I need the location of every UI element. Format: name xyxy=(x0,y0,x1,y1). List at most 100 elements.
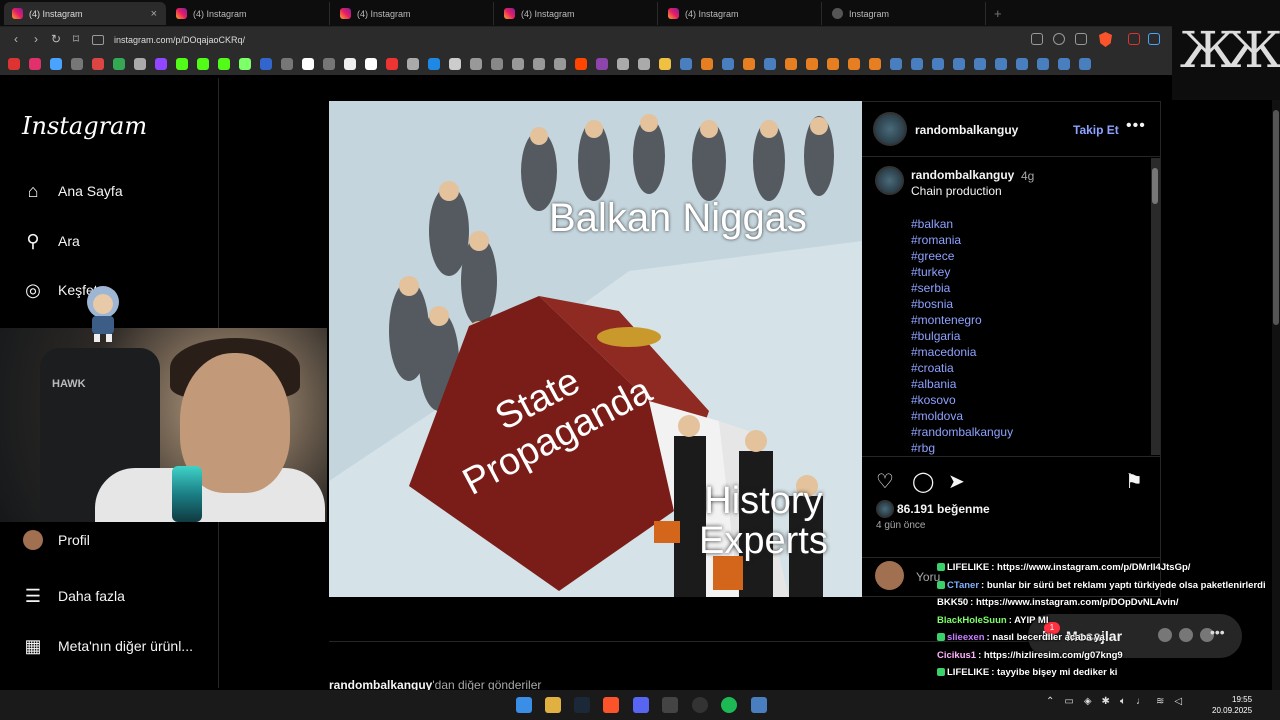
bookmark-favicon-icon[interactable] xyxy=(155,58,167,70)
bookmark-favicon-icon[interactable] xyxy=(470,58,482,70)
tab-4[interactable]: (4) Instagram xyxy=(496,2,658,25)
bookmark-favicon-icon[interactable] xyxy=(995,58,1007,70)
like-icon[interactable]: ♡ xyxy=(876,469,894,494)
bookmark-favicon-icon[interactable] xyxy=(512,58,524,70)
share-icon[interactable] xyxy=(1075,33,1087,45)
brave-shield-icon[interactable] xyxy=(1099,32,1112,47)
bookmark-favicon-icon[interactable] xyxy=(113,58,125,70)
bookmark-favicon-icon[interactable] xyxy=(680,58,692,70)
extension-icon[interactable] xyxy=(1128,33,1140,45)
bookmark-favicon-icon[interactable] xyxy=(617,58,629,70)
bookmark-favicon-icon[interactable] xyxy=(239,58,251,70)
nav-profile[interactable]: Profil xyxy=(22,529,90,551)
bookmark-favicon-icon[interactable] xyxy=(281,58,293,70)
author-avatar[interactable] xyxy=(873,112,907,146)
chevron-up-icon[interactable]: ⌃ xyxy=(1046,696,1054,707)
bookmark-favicon-icon[interactable] xyxy=(701,58,713,70)
close-tab-icon[interactable]: × xyxy=(151,8,157,20)
bookmark-favicon-icon[interactable] xyxy=(554,58,566,70)
bookmark-favicon-icon[interactable] xyxy=(1037,58,1049,70)
hashtag-link[interactable]: #romania xyxy=(911,232,1013,248)
tab-2[interactable]: (4) Instagram xyxy=(168,2,330,25)
caption-avatar[interactable] xyxy=(875,166,904,195)
bookmark-icon[interactable]: ⌑ xyxy=(68,31,84,47)
spotify-icon[interactable] xyxy=(721,697,737,713)
bookmark-favicon-icon[interactable] xyxy=(1016,58,1028,70)
back-icon[interactable]: ‹ xyxy=(8,31,24,47)
bookmark-favicon-icon[interactable] xyxy=(134,58,146,70)
bluetooth-icon[interactable]: ✱ xyxy=(1102,696,1110,707)
battle-net-icon[interactable] xyxy=(751,697,767,713)
caption-scrollbar[interactable] xyxy=(1151,158,1160,455)
bookmark-favicon-icon[interactable] xyxy=(29,58,41,70)
hashtag-link[interactable]: #albania xyxy=(911,376,1013,392)
bookmark-favicon-icon[interactable] xyxy=(365,58,377,70)
bookmark-favicon-icon[interactable] xyxy=(869,58,881,70)
site-settings-icon[interactable] xyxy=(92,35,104,45)
obs-icon[interactable] xyxy=(662,697,678,713)
bookmark-favicon-icon[interactable] xyxy=(218,58,230,70)
bookmark-favicon-icon[interactable] xyxy=(638,58,650,70)
volume-icon[interactable]: 🔈︎ xyxy=(1120,696,1126,707)
bookmark-favicon-icon[interactable] xyxy=(932,58,944,70)
hashtag-link[interactable]: #macedonia xyxy=(911,344,1013,360)
tab-5[interactable]: (4) Instagram xyxy=(660,2,822,25)
nav-more[interactable]: ☰ Daha fazla xyxy=(22,585,125,607)
more-options-icon[interactable]: ••• xyxy=(1126,117,1146,135)
hashtag-link[interactable]: #croatia xyxy=(911,360,1013,376)
new-tab-button[interactable]: + xyxy=(994,6,1002,21)
hashtag-link[interactable]: #bosnia xyxy=(911,296,1013,312)
bookmark-favicon-icon[interactable] xyxy=(323,58,335,70)
author-username[interactable]: randombalkanguy xyxy=(915,123,1018,137)
bookmark-favicon-icon[interactable] xyxy=(407,58,419,70)
bookmark-favicon-icon[interactable] xyxy=(260,58,272,70)
page-scrollbar-thumb[interactable] xyxy=(1273,110,1279,325)
cast-icon[interactable] xyxy=(1031,33,1043,45)
taskbar-clock[interactable]: 19:55 20.09.2025 xyxy=(1212,694,1252,716)
bookmark-favicon-icon[interactable] xyxy=(491,58,503,70)
forward-icon[interactable]: › xyxy=(28,31,44,47)
bookmark-favicon-icon[interactable] xyxy=(428,58,440,70)
bookmark-favicon-icon[interactable] xyxy=(449,58,461,70)
bookmark-favicon-icon[interactable] xyxy=(386,58,398,70)
hashtag-link[interactable]: #serbia xyxy=(911,280,1013,296)
bookmark-favicon-icon[interactable] xyxy=(176,58,188,70)
url-bar[interactable]: instagram.com/p/DOqajaoCKRq/ xyxy=(92,31,1012,49)
bookmark-favicon-icon[interactable] xyxy=(8,58,20,70)
reload-icon[interactable]: ↻ xyxy=(48,31,64,47)
hashtag-link[interactable]: #moldova xyxy=(911,408,1013,424)
brave-icon[interactable] xyxy=(603,697,619,713)
bookmark-favicon-icon[interactable] xyxy=(659,58,671,70)
app-icon[interactable] xyxy=(692,697,708,713)
wallet-icon[interactable] xyxy=(1148,33,1160,45)
hashtag-link[interactable]: #bulgaria xyxy=(911,328,1013,344)
bookmark-favicon-icon[interactable] xyxy=(974,58,986,70)
hashtag-link[interactable]: #greece xyxy=(911,248,1013,264)
speaker-icon[interactable]: ◁ xyxy=(1174,696,1182,707)
bookmark-favicon-icon[interactable] xyxy=(302,58,314,70)
bookmark-favicon-icon[interactable] xyxy=(722,58,734,70)
share-icon[interactable]: ➤ xyxy=(948,469,965,494)
bookmark-favicon-icon[interactable] xyxy=(785,58,797,70)
nav-search[interactable]: ⚲ Ara xyxy=(22,230,79,252)
nav-meta-products[interactable]: ▦ Meta'nın diğer ürünl... xyxy=(22,635,192,657)
comment-icon[interactable]: ◯ xyxy=(912,469,934,494)
like-count[interactable]: 86.191 beğenme xyxy=(897,502,990,516)
bookmark-favicon-icon[interactable] xyxy=(890,58,902,70)
bookmark-favicon-icon[interactable] xyxy=(1079,58,1091,70)
battery-icon[interactable]: ▭ xyxy=(1064,696,1073,707)
instagram-logo[interactable]: Instagram xyxy=(22,112,147,140)
hashtag-link[interactable]: #randombalkanguy xyxy=(911,424,1013,440)
follow-button[interactable]: Takip Et xyxy=(1073,123,1119,137)
post-image[interactable]: Balkan Niggas State Propaganda History E… xyxy=(329,101,862,597)
bookmark-favicon-icon[interactable] xyxy=(92,58,104,70)
bookmark-favicon-icon[interactable] xyxy=(71,58,83,70)
bookmark-favicon-icon[interactable] xyxy=(344,58,356,70)
zoom-icon[interactable] xyxy=(1053,33,1065,45)
hashtag-link[interactable]: #balkan xyxy=(911,216,1013,232)
hashtag-link[interactable]: #turkey xyxy=(911,264,1013,280)
tab-6[interactable]: Instagram xyxy=(824,2,986,25)
bookmark-favicon-icon[interactable] xyxy=(848,58,860,70)
bookmark-favicon-icon[interactable] xyxy=(197,58,209,70)
discord-icon[interactable] xyxy=(633,697,649,713)
